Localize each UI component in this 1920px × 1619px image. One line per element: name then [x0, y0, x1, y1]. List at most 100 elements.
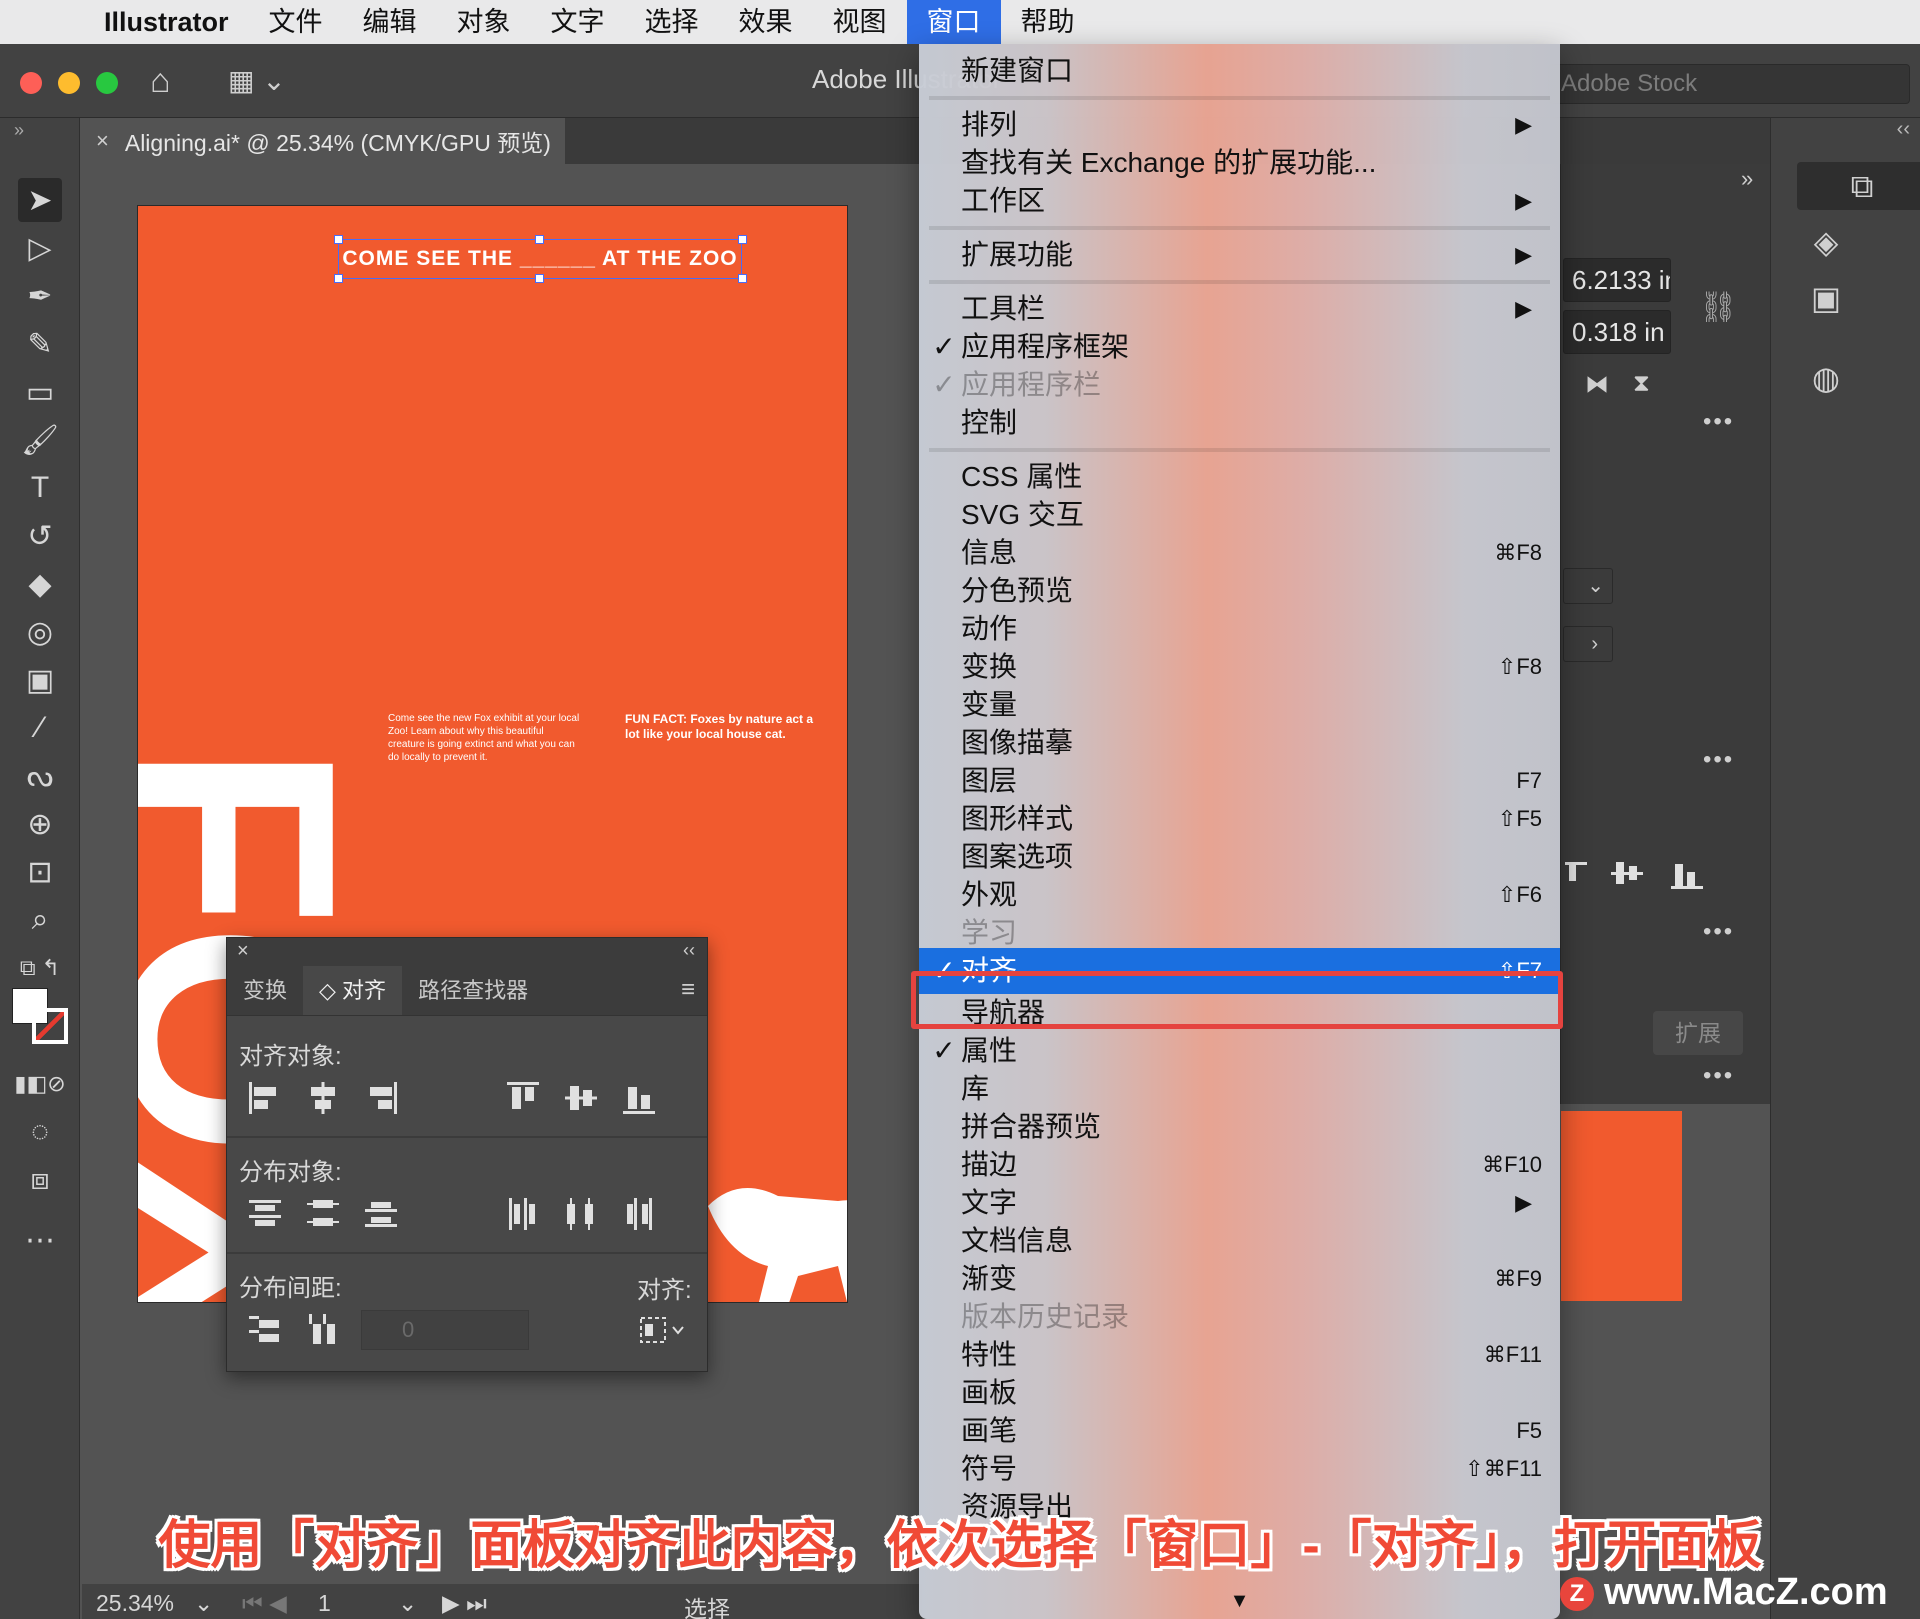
menu-window[interactable]: 窗口 — [906, 0, 1001, 44]
zoom-window-button[interactable] — [96, 72, 118, 94]
selection-handle[interactable] — [334, 235, 343, 244]
minimize-window-button[interactable] — [58, 72, 80, 94]
edit-toolbar-icon[interactable]: ⋯ — [18, 1218, 62, 1262]
screen-mode-icon[interactable]: ⧈ — [18, 1158, 62, 1202]
menu-item[interactable]: 特性 ⌘F11 — [919, 1336, 1560, 1374]
tab-pathfinder[interactable]: 路径查找器 — [402, 966, 544, 1015]
vertical-align-center-icon[interactable] — [561, 1078, 601, 1118]
close-tab-icon[interactable]: × — [96, 128, 109, 154]
selection-handle[interactable] — [535, 235, 544, 244]
flip-vertical-icon[interactable]: ⧗ — [1633, 370, 1650, 398]
menu-item[interactable]: 画笔 F5 — [919, 1412, 1560, 1450]
home-icon[interactable]: ⌂ — [150, 62, 171, 101]
adobe-stock-search[interactable]: Adobe Stock — [1548, 64, 1910, 104]
menu-help[interactable]: 帮助 — [1001, 0, 1095, 44]
expand-button[interactable]: 扩展 — [1653, 1011, 1743, 1055]
selection-tool-icon[interactable]: ➤ — [18, 178, 62, 222]
selection-handle[interactable] — [738, 235, 747, 244]
panel-menu-icon[interactable]: ≡ — [681, 976, 695, 1004]
eyedropper-tool-icon[interactable]: ⁄ — [18, 706, 62, 750]
width-field[interactable]: 6.2133 in — [1563, 258, 1671, 302]
menu-item[interactable]: ✓ 应用程序框架 — [919, 328, 1560, 366]
horizontal-distribute-right-icon[interactable] — [619, 1194, 659, 1234]
more-options-icon[interactable]: ••• — [1703, 746, 1734, 774]
menu-item[interactable]: 画板 — [919, 1374, 1560, 1412]
selection-handle[interactable] — [535, 274, 544, 283]
direct-selection-tool-icon[interactable]: ▷ — [18, 226, 62, 270]
more-options-icon[interactable]: ••• — [1703, 918, 1734, 946]
menu-item[interactable]: 图层 F7 — [919, 762, 1560, 800]
curvature-tool-icon[interactable]: ✎ — [18, 322, 62, 366]
align-to-selection-dropdown-icon[interactable] — [635, 1310, 689, 1350]
menu-item[interactable]: 分色预览 — [919, 572, 1560, 610]
libraries-panel-icon[interactable]: ▣ — [1797, 274, 1855, 322]
first-artboard-icon[interactable]: ⏮ ◀ — [242, 1590, 287, 1617]
menu-item[interactable]: 符号 ⇧⌘F11 — [919, 1450, 1560, 1488]
zoom-chevron-icon[interactable]: ⌄ — [194, 1590, 213, 1617]
paintbrush-tool-icon[interactable]: 🖌 — [18, 418, 62, 462]
vertical-distribute-top-icon[interactable] — [245, 1194, 285, 1234]
menu-item[interactable]: ✓ 属性 — [919, 1032, 1560, 1070]
more-options-icon[interactable]: ••• — [1703, 1062, 1734, 1090]
constrain-proportions-icon[interactable]: ⛓ — [1699, 290, 1737, 325]
tab-transform[interactable]: 变换 — [227, 966, 303, 1015]
close-panel-icon[interactable]: × — [237, 940, 249, 963]
pen-tool-icon[interactable]: ✒ — [18, 274, 62, 318]
menu-item[interactable]: 工作区 ▶ — [919, 182, 1560, 220]
menu-item[interactable]: 查找有关 Exchange 的扩展功能... — [919, 144, 1560, 182]
menu-app-name[interactable]: Illustrator — [84, 0, 249, 44]
menu-object[interactable]: 对象 — [437, 0, 531, 44]
collapse-panel-icon[interactable]: ‹‹ — [683, 940, 695, 961]
menu-item[interactable]: SVG 交互 — [919, 496, 1560, 534]
menu-item[interactable]: 扩展功能 ▶ — [919, 236, 1560, 274]
close-window-button[interactable] — [20, 72, 42, 94]
headline-text[interactable]: COME SEE THE ______ AT THE ZOO — [338, 239, 742, 279]
artboard-number[interactable]: 1 — [318, 1590, 331, 1617]
rotate-tool-icon[interactable]: ↺ — [18, 514, 62, 558]
menu-item[interactable]: 拼合器预览 — [919, 1108, 1560, 1146]
artboard-chevron-icon[interactable]: ⌄ — [398, 1590, 417, 1617]
menu-item[interactable]: 变量 — [919, 686, 1560, 724]
workspace-switcher-icon[interactable]: ▦ ⌄ — [228, 64, 286, 97]
color-mode-icon[interactable]: ▮◧⊘ — [14, 1062, 65, 1106]
fill-stroke-swatch[interactable] — [12, 988, 68, 1044]
menu-view[interactable]: 视图 — [813, 0, 907, 44]
collapse-dock-icon[interactable]: ‹‹ — [1897, 118, 1910, 141]
menu-select[interactable]: 选择 — [625, 0, 719, 44]
menu-item[interactable]: 外观 ⇧F6 — [919, 876, 1560, 914]
menu-item[interactable]: 图像描摹 — [919, 724, 1560, 762]
artboard-tool-icon[interactable]: ⊡ — [18, 850, 62, 894]
expand-toolbar-icon[interactable]: » — [14, 120, 24, 141]
gradient-tool-icon[interactable]: ▣ — [18, 658, 62, 702]
more-options-icon[interactable]: ••• — [1703, 408, 1734, 436]
rectangle-tool-icon[interactable]: ▭ — [18, 370, 62, 414]
vertical-align-top-icon[interactable] — [503, 1078, 543, 1118]
menu-item[interactable]: 文字 ▶ — [919, 1184, 1560, 1222]
blend-tool-icon[interactable]: ᔓ — [18, 754, 62, 798]
shape-builder-tool-icon[interactable]: ⊕ — [18, 802, 62, 846]
horizontal-align-right-icon[interactable] — [361, 1078, 401, 1118]
menu-item[interactable]: 动作 — [919, 610, 1560, 648]
expand-panels-icon[interactable]: » — [1741, 166, 1753, 192]
zoom-level[interactable]: 25.34% — [96, 1590, 174, 1617]
scroll-down-icon[interactable]: ▼ — [919, 1590, 1560, 1613]
next-artboard-icon[interactable]: ▶ ⏭ — [442, 1590, 487, 1617]
layers-panel-icon[interactable]: ◈ — [1797, 218, 1855, 266]
menu-item[interactable]: 新建窗口 — [919, 52, 1560, 90]
spacing-value-input[interactable]: 0 — [361, 1310, 529, 1350]
horizontal-align-left-icon[interactable] — [245, 1078, 285, 1118]
menu-item[interactable]: 信息 ⌘F8 — [919, 534, 1560, 572]
eraser-tool-icon[interactable]: ◆ — [18, 562, 62, 606]
menu-item[interactable]: 工具栏 ▶ — [919, 290, 1560, 328]
properties-panel-icon[interactable]: ⧉ — [1797, 162, 1920, 210]
vertical-distribute-center-icon[interactable] — [303, 1194, 343, 1234]
document-tab[interactable]: × Aligning.ai* @ 25.34% (CMYK/GPU 预览) — [82, 118, 565, 164]
flip-horizontal-icon[interactable]: ⧓ — [1585, 370, 1609, 399]
menu-item[interactable]: 文档信息 — [919, 1222, 1560, 1260]
height-field[interactable]: 0.318 in — [1563, 310, 1671, 354]
vertical-distribute-space-icon[interactable] — [245, 1310, 285, 1350]
vertical-distribute-bottom-icon[interactable] — [361, 1194, 401, 1234]
type-tool-icon[interactable]: T — [18, 466, 62, 510]
menu-edit[interactable]: 编辑 — [343, 0, 437, 44]
menu-type[interactable]: 文字 — [531, 0, 625, 44]
